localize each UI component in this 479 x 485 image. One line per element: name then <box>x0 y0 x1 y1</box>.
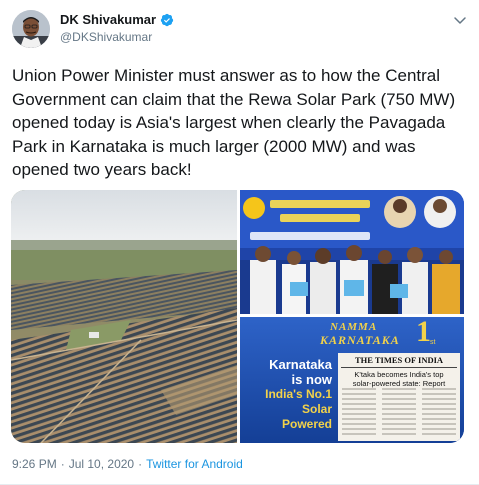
ad-headline-line5: Powered <box>281 417 332 431</box>
ad-headline-line4: Solar <box>301 402 332 416</box>
tweet-text: Union Power Minister must answer as to h… <box>12 66 460 179</box>
newspaper-headline-line1: K'taka becomes India's top <box>354 370 444 379</box>
tweet-meta: 9:26 PM · Jul 10, 2020 · Twitter for And… <box>12 457 243 471</box>
photo-inauguration-event[interactable] <box>240 190 464 314</box>
more-options-button[interactable] <box>452 12 468 28</box>
brand-number: 1 <box>416 317 431 348</box>
ad-headline-line3: India's No.1 <box>265 387 332 401</box>
photo-newspaper-advert[interactable]: NAMMA KARNATAKA 1 st Karnataka is now In… <box>240 317 464 443</box>
brand-suffix: st <box>430 339 436 346</box>
author-display-name[interactable]: DK Shivakumar <box>60 12 156 27</box>
media-grid[interactable]: NAMMA KARNATAKA 1 st Karnataka is now In… <box>11 190 464 443</box>
author-name-row[interactable]: DK Shivakumar <box>60 12 174 27</box>
ad-headline-line2: is now <box>291 372 332 387</box>
author-handle[interactable]: @DKShivakumar <box>60 30 152 44</box>
meta-separator: · <box>60 457 65 471</box>
ad-headline-line1: Karnataka <box>269 357 332 372</box>
photo-solar-park-aerial[interactable] <box>11 190 237 443</box>
tweet-card[interactable]: DK Shivakumar @DKShivakumar Union Power … <box>0 0 479 485</box>
newspaper-columns-graphic <box>342 388 456 435</box>
chevron-down-icon <box>454 17 466 24</box>
brand-karnataka: KARNATAKA <box>320 333 400 347</box>
meta-separator: · <box>138 457 143 471</box>
newspaper-clipping: THE TIMES OF INDIA K'taka becomes India'… <box>338 353 460 441</box>
brand-namma: NAMMA <box>330 321 378 333</box>
author-avatar[interactable] <box>12 10 50 48</box>
newspaper-masthead: THE TIMES OF INDIA <box>354 355 444 365</box>
verified-badge-icon <box>160 13 174 27</box>
tweet-date[interactable]: Jul 10, 2020 <box>69 457 134 471</box>
tweet-time[interactable]: 9:26 PM <box>12 457 57 471</box>
tweet-source-link[interactable]: Twitter for Android <box>146 457 243 471</box>
profile-photo-icon <box>12 10 50 48</box>
